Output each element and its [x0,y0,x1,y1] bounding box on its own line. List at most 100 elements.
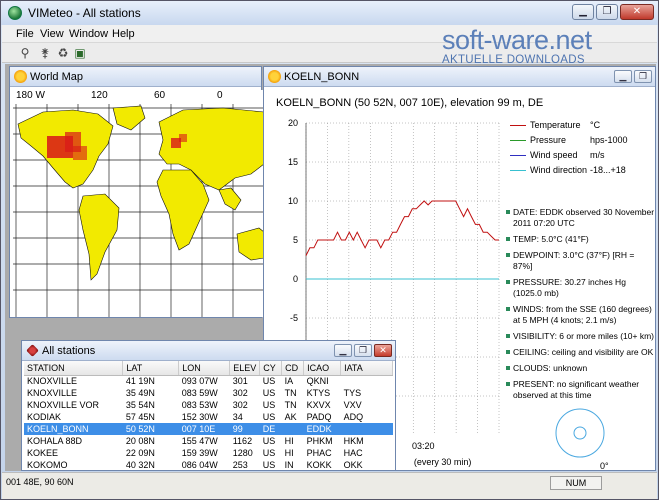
cell: US [262,376,276,387]
world-map-titlebar[interactable]: World Map [10,67,261,87]
stations-table: STATION LAT LON ELEV CY CD ICAO IATA KNO [24,361,393,471]
stations-close-button[interactable]: ✕ [374,344,392,357]
info-pressure: PRESSURE: 30.27 inches Hg (1025.0 mb) [506,277,655,299]
cell: 34 [232,412,243,422]
stations-title: All stations [42,345,96,357]
minimize-button[interactable]: ▁ [572,4,594,20]
refresh-tool-button[interactable]: ♻ [55,45,71,61]
balloon-tool-button[interactable]: ⚵ [37,45,53,61]
info-ceiling: CEILING: ceiling and visibility are OK [506,347,655,358]
menu-view[interactable]: View [40,28,64,40]
cell: 1162 [232,436,253,446]
legend-unit: °C [590,120,601,130]
cell: QKNI [306,376,329,387]
world-map[interactable]: 180 W 120 60 0 [13,90,264,317]
column-header[interactable]: LAT [122,361,180,376]
map-tick: 180 W [16,90,45,101]
map-tick: 60 [154,90,166,101]
cell: HAC [343,448,363,458]
table-row[interactable]: KNOXVILLE 41 19N 093 07W 301 US IA QKNI [24,375,393,387]
cell: KNOXVILLE [27,376,78,387]
stations-window: All stations ▁ ❐ ✕ STATION LAT LON ELEV [21,340,396,471]
detail-minimize-button[interactable]: ▁ [614,70,632,83]
column-header[interactable]: STATION [24,361,124,376]
balloon-icon: ⚵ [40,46,50,60]
cell: 99 [229,423,260,435]
cell: KNOXVILLE [27,388,78,398]
legend-swatch [510,170,526,171]
cell: HI [284,436,294,446]
y-tick-label: 20 [288,118,298,128]
detail-title: KOELN_BONN [284,71,360,83]
stations-maximize-button[interactable]: ❐ [354,344,372,357]
cell [341,375,393,387]
title-bar[interactable]: VIMeteo - All stations ▁ ❐ ✕ [1,1,658,25]
legend-unit: -18...+18 [590,165,626,175]
x-tick-label: 03:20 [412,441,435,451]
chart-tool-button[interactable]: ▣ [72,45,88,61]
cell: 159 39W [181,448,218,458]
legend-unit: m/s [590,150,605,160]
cell: 22 09N [125,448,155,458]
maximize-button[interactable]: ❐ [596,4,618,20]
column-header[interactable]: ELEV [229,361,261,376]
observation-info: DATE: EDDK observed 30 November 2011 07:… [506,207,655,406]
column-header[interactable]: CY [259,361,283,376]
column-header[interactable]: IATA [340,361,393,376]
globe-icon [8,6,22,20]
table-row[interactable]: KNOXVILLE 35 49N 083 59W 302 US TN KTYS TYS [24,387,393,399]
legend-swatch [510,125,526,126]
stations-titlebar[interactable]: All stations ▁ ❐ ✕ [22,341,395,361]
cell: US [262,460,276,470]
legend-label: Wind speed [530,150,578,160]
num-lock-indicator: NUM [550,476,602,490]
table-row[interactable]: KOKOMO 40 32N 086 04W 253 US IN KOKK OKK [24,459,393,471]
cell: HI [284,448,294,458]
find-tool-button[interactable]: ⚲ [17,45,33,61]
column-header[interactable]: ICAO [303,361,342,376]
cell: 20 08N [125,436,155,446]
refresh-icon: ♻ [57,46,69,60]
table-row-selected[interactable]: KOELN_BONN 50 52N 007 10E 99 DE EDDK [24,423,393,435]
cell: US [262,400,276,410]
table-row[interactable]: KNOXVILLE VOR 35 54N 083 53W 302 US TN KXVX VXV [24,399,393,411]
map-tick: 120 [91,90,108,101]
cell: 57 45N [125,412,155,422]
cell: KTYS [306,388,331,398]
cell: US [262,388,276,398]
app-window: VIMeteo - All stations ▁ ❐ ✕ File View W… [0,0,659,500]
cell: EDDK [303,423,341,435]
table-row[interactable]: KOKEE 22 09N 159 39W 1280 US HI PHAC HAC [24,447,393,459]
x-axis-label: (every 30 min) [414,457,472,467]
info-temp: TEMP: 5.0°C (41°F) [506,234,655,245]
table-row[interactable]: KODIAK 57 45N 152 30W 34 US AK PADQ ADQ [24,411,393,423]
cell: US [262,436,276,446]
legend-item: Wind direction -18...+18 [508,164,648,179]
map-graphic [13,104,264,317]
column-header[interactable]: CD [281,361,305,376]
column-header[interactable]: LON [178,361,231,376]
cell: KOHALA 88D [27,436,83,446]
cell: IA [284,376,294,387]
cell: US [262,412,276,422]
detail-titlebar[interactable]: KOELN_BONN ▁ ❐ [264,67,655,87]
cell: 40 32N [125,460,155,470]
table-row[interactable]: KOHALA 88D 20 08N 155 47W 1162 US HI PHKM HKM [24,435,393,447]
close-button[interactable]: ✕ [620,4,654,20]
stations-minimize-button[interactable]: ▁ [334,344,352,357]
cell: KOKOMO [27,460,68,470]
menu-file[interactable]: File [16,28,34,40]
cell: 301 [232,376,248,387]
detail-restore-button[interactable]: ❐ [634,70,652,83]
y-tick-label: -5 [290,313,298,323]
world-map-title: World Map [30,71,83,83]
compass-label: 0° [600,461,609,470]
menu-window[interactable]: Window [69,28,108,40]
chart-legend: Temperature °C Pressure hps-1000 Wind sp… [508,119,648,179]
station-header: KOELN_BONN (50 52N, 007 10E), elevation … [276,97,544,109]
cell: KXVX [306,400,331,410]
cell: IN [284,460,294,470]
cell: PHKM [306,436,333,446]
menu-help[interactable]: Help [112,28,135,40]
y-tick-label: 0 [293,274,298,284]
